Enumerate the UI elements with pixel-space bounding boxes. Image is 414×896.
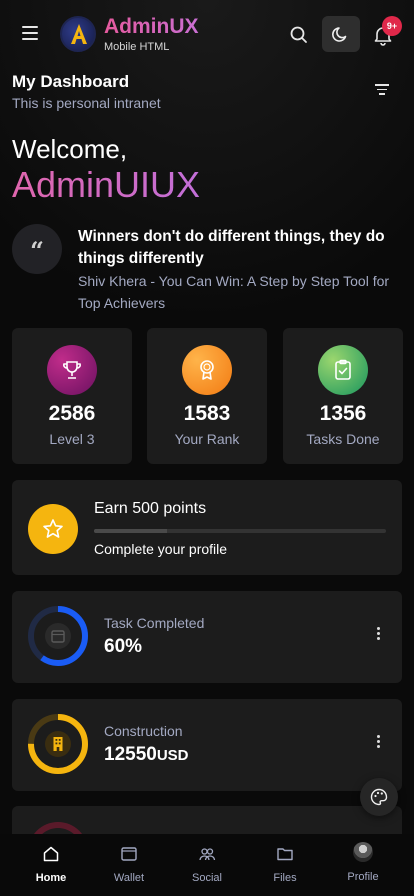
filter-button[interactable]: [374, 84, 390, 98]
earn-points-card[interactable]: Earn 500 points Complete your profile: [12, 480, 402, 575]
nav-label: Profile: [347, 871, 379, 883]
app-header: AdminUX Mobile HTML 9+: [0, 0, 414, 70]
avatar: [353, 842, 373, 862]
home-icon: [43, 846, 59, 862]
progress-value: 12550USD: [104, 744, 189, 765]
page-title: My Dashboard: [12, 72, 130, 91]
menu-button[interactable]: [18, 22, 44, 46]
nav-social[interactable]: Social: [168, 834, 246, 896]
theme-toggle-button[interactable]: [322, 16, 360, 52]
users-icon: [199, 848, 216, 861]
brand-logo: [60, 16, 96, 52]
stat-card-level[interactable]: 2586 Level 3: [12, 328, 132, 464]
award-icon: [200, 360, 214, 380]
folder-icon: [277, 848, 293, 861]
logo-mark-icon: [71, 24, 87, 44]
stat-icon-circle: [47, 345, 97, 395]
star-icon: [43, 519, 63, 538]
earn-subtitle: Complete your profile: [94, 541, 228, 557]
search-icon: [290, 26, 307, 43]
nav-label: Home: [35, 872, 67, 884]
nav-profile[interactable]: Profile: [324, 834, 402, 896]
nav-wallet[interactable]: Wallet: [90, 834, 168, 896]
stat-card-tasks[interactable]: 1356 Tasks Done: [283, 328, 403, 464]
welcome-text: Welcome,: [12, 134, 128, 164]
stat-icon-circle: [318, 345, 368, 395]
calendar-icon: [45, 623, 71, 649]
notification-badge: 9+: [382, 16, 402, 36]
stat-label: Your Rank: [174, 431, 240, 447]
clipboard-check-icon: [335, 359, 351, 380]
stat-value: 1583: [183, 402, 231, 425]
task-completed-card[interactable]: Task Completed 60%: [12, 591, 402, 683]
nav-files[interactable]: Files: [246, 834, 324, 896]
progress-label: Construction: [104, 723, 183, 739]
app-root: AdminUX Mobile HTML 9+ My Dashboard This…: [0, 0, 414, 896]
trophy-icon: [63, 361, 81, 379]
brand-subtitle: Mobile HTML: [104, 41, 170, 53]
search-button[interactable]: [286, 22, 312, 48]
construction-card[interactable]: Construction 12550USD: [12, 699, 402, 791]
building-icon: [45, 731, 71, 757]
nav-label: Files: [273, 872, 297, 884]
more-options-button[interactable]: [368, 627, 388, 647]
welcome-name: AdminUIUX: [12, 164, 201, 205]
quote-author: Shiv Khera - You Can Win: A Step by Step…: [78, 273, 390, 311]
brand-title: AdminUX: [104, 15, 199, 38]
stat-label: Level 3: [49, 431, 95, 447]
stat-value: 2586: [48, 402, 96, 425]
quote-text: Winners don't do different things, they …: [78, 228, 385, 267]
palette-button[interactable]: [360, 778, 398, 816]
page-subtitle: This is personal intranet: [12, 95, 161, 111]
progress-value: 60%: [104, 636, 143, 657]
more-options-button[interactable]: [368, 735, 388, 755]
stat-icon-circle: [182, 345, 232, 395]
moon-icon: [332, 27, 347, 42]
nav-label: Social: [192, 872, 222, 884]
stat-label: Tasks Done: [306, 431, 380, 447]
earn-progress-bar: [94, 529, 386, 533]
earn-progress-fill: [94, 529, 167, 533]
filter-icon: [375, 84, 389, 86]
stat-value: 1356: [319, 402, 367, 425]
wallet-icon: [121, 847, 137, 861]
earn-title: Earn 500 points: [94, 500, 207, 517]
earn-icon-circle: [28, 504, 78, 554]
palette-icon: [370, 788, 388, 806]
nav-home[interactable]: Home: [12, 834, 90, 896]
nav-label: Wallet: [113, 872, 145, 884]
stat-card-rank[interactable]: 1583 Your Rank: [147, 328, 267, 464]
progress-label: Task Completed: [104, 615, 205, 631]
quote-icon: “: [12, 224, 62, 274]
bottom-navigation: Home Wallet Social Files Profile: [0, 834, 414, 896]
